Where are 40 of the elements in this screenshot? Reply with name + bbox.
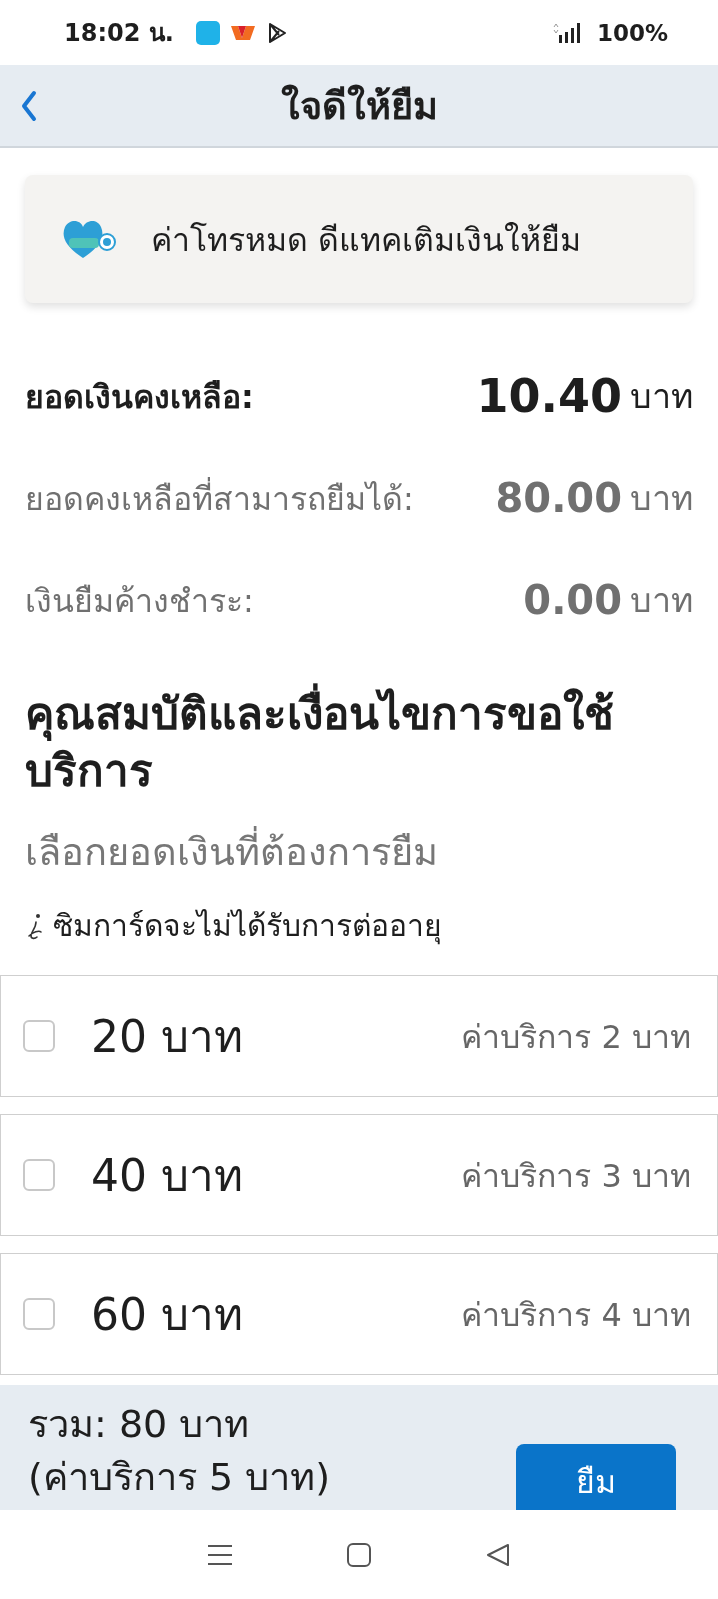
back-icon[interactable] <box>485 1541 512 1568</box>
total-label: รวม: 80 บาท <box>28 1400 251 1448</box>
amount-option[interactable]: 60 บาท ค่าบริการ 4 บาท <box>0 1253 718 1376</box>
checkbox[interactable] <box>23 1298 55 1331</box>
balance-amount: 0.00 <box>523 577 622 623</box>
screen-title: ใจดีให้ยืม <box>280 83 438 130</box>
fee-label: ค่าบริการ 4 บาท <box>461 1294 691 1336</box>
balance-label: เงินยืมค้างชำระ: <box>25 580 255 622</box>
fee-label: ค่าบริการ 2 บาท <box>461 1016 691 1058</box>
section-heading: คุณสมบัติและเงื่อนไขการขอใช้บริการ <box>25 685 693 800</box>
amount-option[interactable]: 20 บาท ค่าบริการ 2 บาท <box>0 975 718 1098</box>
menu-icon[interactable] <box>206 1542 233 1567</box>
home-icon[interactable] <box>346 1541 372 1568</box>
banner-text: ค่าโทรหมด ดีแทคเติมเงินให้ยืม <box>151 219 582 261</box>
currency-unit: บาท <box>630 579 693 622</box>
currency-unit: บาท <box>630 375 693 418</box>
amount-label: 60 บาท <box>91 1288 243 1343</box>
balance-amount: 80.00 <box>495 475 622 521</box>
battery-level: 100% <box>596 19 668 46</box>
checkbox[interactable] <box>23 1159 55 1192</box>
currency-unit: บาท <box>630 477 693 520</box>
promo-banner[interactable]: ค่าโทรหมด ดีแทคเติมเงินให้ยืม <box>25 175 693 303</box>
balance-amount: 10.40 <box>476 369 622 423</box>
checkbox[interactable] <box>23 1020 55 1053</box>
heart-logo-icon <box>61 218 117 260</box>
amount-label: 40 บาท <box>91 1149 243 1204</box>
app-notification-icon <box>229 23 256 42</box>
fee-label: ค่าบริการ 3 บาท <box>461 1155 691 1197</box>
note-text: ซิมการ์ดจะไม่ได้รับการต่ออายุ <box>53 907 442 947</box>
status-time: 18:02 น. <box>64 18 174 49</box>
balance-label: ยอดคงเหลือที่สามารถยืมได้: <box>25 476 415 520</box>
info-icon <box>25 911 45 940</box>
amount-option[interactable]: 40 บาท ค่าบริการ 3 บาท <box>0 1114 718 1237</box>
app-notification-icon <box>195 20 220 45</box>
borrow-button[interactable]: ยืม <box>516 1444 676 1510</box>
amount-label: 20 บาท <box>91 1010 243 1065</box>
fee-total-label: (ค่าบริการ 5 บาท) <box>28 1453 331 1501</box>
back-icon[interactable] <box>20 90 38 122</box>
section-subtitle: เลือกยอดเงินที่ต้องการยืม <box>25 821 693 883</box>
balance-label: ยอดเงินคงเหลือ: <box>25 376 255 418</box>
